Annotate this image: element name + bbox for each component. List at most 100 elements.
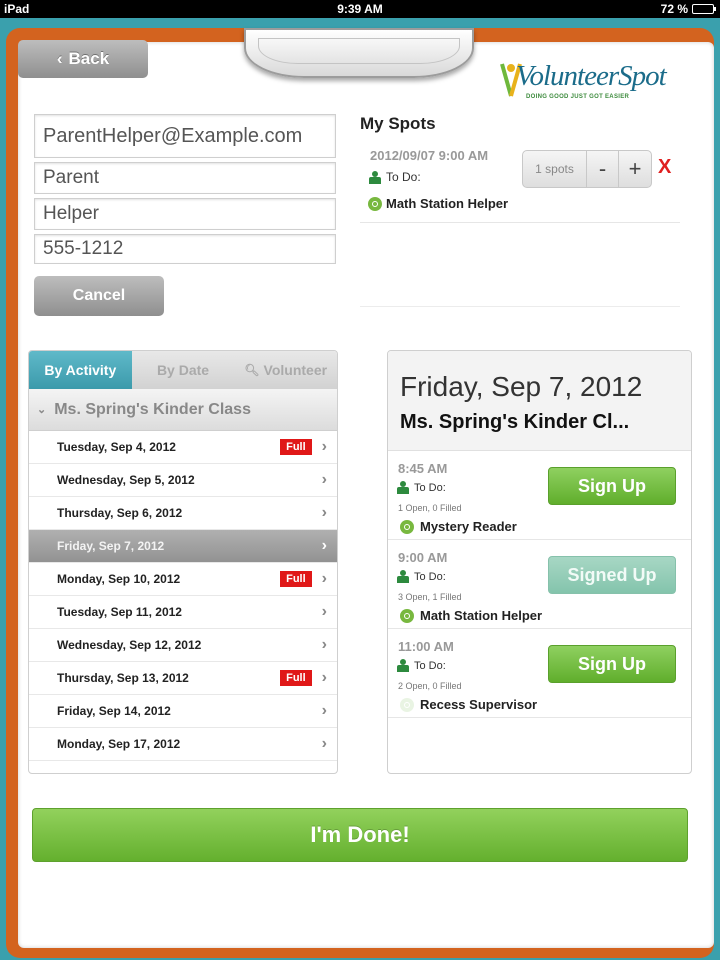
battery-percent: 72 % — [660, 2, 688, 16]
person-icon — [396, 570, 410, 583]
date-list-panel: By Activity By Date 🔍︎ Volunteer ⌄ Ms. S… — [28, 350, 338, 774]
task-icon — [400, 697, 414, 712]
back-button[interactable]: ‹ Back — [18, 40, 148, 78]
increment-button[interactable]: + — [619, 151, 651, 187]
tab-volunteer[interactable]: 🔍︎ Volunteer — [234, 351, 337, 389]
slot-item: 11:00 AM To Do: 2 Open, 0 Filled Recess Sup… — [388, 629, 691, 718]
my-spots-title: My Spots — [360, 114, 436, 133]
detail-date: Friday, Sep 7, 2012 — [400, 371, 643, 402]
date-label: Friday, Sep 7, 2012 — [57, 539, 165, 553]
done-button[interactable]: I'm Done! — [32, 808, 688, 862]
date-label: Thursday, Sep 6, 2012 — [57, 506, 183, 520]
signed-up-button[interactable]: Signed Up — [548, 556, 676, 594]
divider — [360, 222, 680, 223]
chevron-right-icon: › — [321, 537, 327, 554]
spots-stepper: 1 spots - + — [522, 150, 652, 188]
date-row[interactable]: Monday, Sep 17, 2012 › — [29, 728, 337, 761]
slot-name: Mystery Reader — [400, 519, 517, 534]
clock: 9:39 AM — [337, 2, 383, 16]
my-spot-name: Math Station Helper — [368, 196, 508, 211]
tab-by-date[interactable]: By Date — [131, 351, 235, 389]
date-row[interactable]: Tuesday, Sep 11, 2012 › — [29, 596, 337, 629]
slot-todo: To Do: — [396, 481, 446, 494]
cancel-button[interactable]: Cancel — [34, 276, 164, 316]
battery-status: 72 % — [660, 2, 716, 16]
date-row[interactable]: Wednesday, Sep 5, 2012 › — [29, 464, 337, 497]
slot-list: 8:45 AM To Do: 1 Open, 0 Filled Mystery Rea… — [388, 451, 691, 718]
decrement-button[interactable]: - — [587, 151, 619, 187]
first-name-field[interactable]: Parent — [34, 162, 336, 194]
status-bar: iPad 9:39 AM 72 % — [0, 0, 720, 18]
slot-counts: 1 Open, 0 Filled — [398, 503, 462, 513]
chevron-right-icon: › — [321, 603, 327, 620]
last-name-field[interactable]: Helper — [34, 198, 336, 230]
tab-by-activity[interactable]: By Activity — [29, 351, 132, 389]
detail-class-name: Ms. Spring's Kinder Cl... — [400, 411, 630, 433]
date-label: Monday, Sep 10, 2012 — [57, 572, 181, 586]
chevron-right-icon: › — [321, 735, 327, 752]
my-spot-time: 2012/09/07 9:00 AM — [370, 148, 489, 163]
search-icon: 🔍︎ — [244, 363, 260, 377]
divider — [360, 306, 680, 307]
slot-item: 9:00 AM To Do: 3 Open, 1 Filled Math Statio… — [388, 540, 691, 629]
date-row[interactable]: Thursday, Sep 6, 2012 › — [29, 497, 337, 530]
slot-name: Math Station Helper — [400, 608, 542, 623]
sign-up-button[interactable]: Sign Up — [548, 467, 676, 505]
chevron-right-icon: › — [321, 504, 327, 521]
slot-todo: To Do: — [396, 659, 446, 672]
person-icon — [396, 659, 410, 672]
remove-spot-button[interactable]: X — [658, 156, 671, 179]
logo-text: VolunteerSpot — [516, 60, 667, 92]
full-badge: Full — [280, 439, 312, 455]
day-detail-panel: Friday, Sep 7, 2012 Ms. Spring's Kinder … — [387, 350, 692, 774]
spots-count: 1 spots — [523, 151, 587, 187]
slot-time: 9:00 AM — [398, 550, 448, 565]
slot-counts: 3 Open, 1 Filled — [398, 592, 462, 602]
class-group-header[interactable]: ⌄ Ms. Spring's Kinder Class — [29, 389, 337, 431]
date-row[interactable]: Thursday, Sep 13, 2012 Full › — [29, 662, 337, 695]
chevron-left-icon: ‹ — [56, 49, 63, 68]
task-icon — [400, 519, 414, 534]
task-icon — [400, 608, 414, 623]
slot-item: 8:45 AM To Do: 1 Open, 0 Filled Mystery Rea… — [388, 451, 691, 540]
slot-time: 11:00 AM — [398, 639, 454, 654]
date-label: Wednesday, Sep 5, 2012 — [57, 473, 195, 487]
slot-time: 8:45 AM — [398, 461, 448, 476]
full-badge: Full — [280, 670, 312, 686]
view-tabs: By Activity By Date 🔍︎ Volunteer — [29, 351, 337, 389]
person-icon — [396, 481, 410, 494]
date-label: Tuesday, Sep 11, 2012 — [57, 605, 182, 619]
date-list: Tuesday, Sep 4, 2012 Full › Wednesday, Sep … — [29, 431, 337, 761]
logo-tagline: DOING GOOD JUST GOT EASIER — [526, 94, 630, 100]
slot-todo: To Do: — [396, 570, 446, 583]
phone-field[interactable]: 555-1212 — [34, 234, 336, 264]
battery-icon — [692, 4, 716, 14]
clipboard-clip — [244, 28, 474, 78]
date-row[interactable]: Friday, Sep 7, 2012 › — [29, 530, 337, 563]
chevron-right-icon: › — [321, 669, 327, 686]
date-label: Tuesday, Sep 4, 2012 — [57, 440, 176, 454]
date-label: Monday, Sep 17, 2012 — [57, 737, 181, 751]
date-label: Wednesday, Sep 12, 2012 — [57, 638, 202, 652]
chevron-right-icon: › — [321, 471, 327, 488]
slot-counts: 2 Open, 0 Filled — [398, 681, 462, 691]
date-row[interactable]: Monday, Sep 10, 2012 Full › — [29, 563, 337, 596]
date-label: Friday, Sep 14, 2012 — [57, 704, 171, 718]
chevron-right-icon: › — [321, 702, 327, 719]
date-label: Thursday, Sep 13, 2012 — [57, 671, 189, 685]
date-row[interactable]: Friday, Sep 14, 2012 › — [29, 695, 337, 728]
volunteerspot-logo: VolunteerSpot DOING GOOD JUST GOT EASIER — [496, 58, 688, 110]
chevron-right-icon: › — [321, 438, 327, 455]
day-detail-header: Friday, Sep 7, 2012 Ms. Spring's Kinder … — [388, 351, 691, 451]
chevron-down-icon: ⌄ — [37, 404, 47, 416]
date-row[interactable]: Wednesday, Sep 12, 2012 › — [29, 629, 337, 662]
date-row[interactable]: Tuesday, Sep 4, 2012 Full › — [29, 431, 337, 464]
my-spot-todo: To Do: — [368, 170, 421, 184]
chevron-right-icon: › — [321, 636, 327, 653]
task-icon — [368, 196, 382, 211]
full-badge: Full — [280, 571, 312, 587]
email-field[interactable]: ParentHelper@Example.com — [34, 114, 336, 158]
slot-name: Recess Supervisor — [400, 697, 537, 712]
chevron-right-icon: › — [321, 570, 327, 587]
sign-up-button[interactable]: Sign Up — [548, 645, 676, 683]
